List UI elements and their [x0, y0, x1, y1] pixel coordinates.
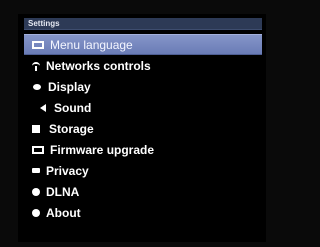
- settings-screen: Settings Menu language Networks controls…: [18, 14, 266, 242]
- menu-item-privacy[interactable]: Privacy: [24, 160, 262, 181]
- menu-item-about[interactable]: About: [24, 202, 262, 223]
- menu-item-sound[interactable]: Sound: [24, 97, 262, 118]
- menu-item-label: Firmware upgrade: [50, 142, 155, 157]
- firmware-icon: [32, 145, 44, 154]
- speaker-icon: [32, 103, 46, 112]
- page-title: Settings: [28, 19, 60, 28]
- menu-item-label: DLNA: [46, 184, 80, 199]
- settings-header: Settings: [24, 18, 262, 30]
- menu-item-storage[interactable]: Storage: [24, 118, 262, 139]
- menu-item-label: Menu language: [50, 37, 133, 52]
- menu-item-label: About: [46, 205, 81, 220]
- language-icon: [32, 40, 44, 49]
- menu-item-firmware-upgrade[interactable]: Firmware upgrade: [24, 139, 262, 160]
- dlna-icon: [32, 187, 40, 196]
- menu-item-label: Sound: [54, 100, 92, 115]
- menu-item-networks-controls[interactable]: Networks controls: [24, 55, 262, 76]
- storage-icon: [32, 124, 40, 133]
- menu-item-menu-language[interactable]: Menu language: [24, 34, 262, 55]
- network-icon: [32, 61, 40, 71]
- info-icon: [32, 208, 40, 217]
- menu-item-dlna[interactable]: DLNA: [24, 181, 262, 202]
- menu-item-label: Storage: [49, 121, 94, 136]
- menu-item-label: Display: [48, 79, 91, 94]
- menu-item-label: Privacy: [46, 163, 89, 178]
- menu-item-display[interactable]: Display: [24, 76, 262, 97]
- menu-item-label: Networks controls: [46, 58, 151, 73]
- settings-menu: Menu language Networks controls Display …: [24, 34, 262, 223]
- privacy-icon: [32, 168, 40, 173]
- display-icon: [33, 83, 41, 90]
